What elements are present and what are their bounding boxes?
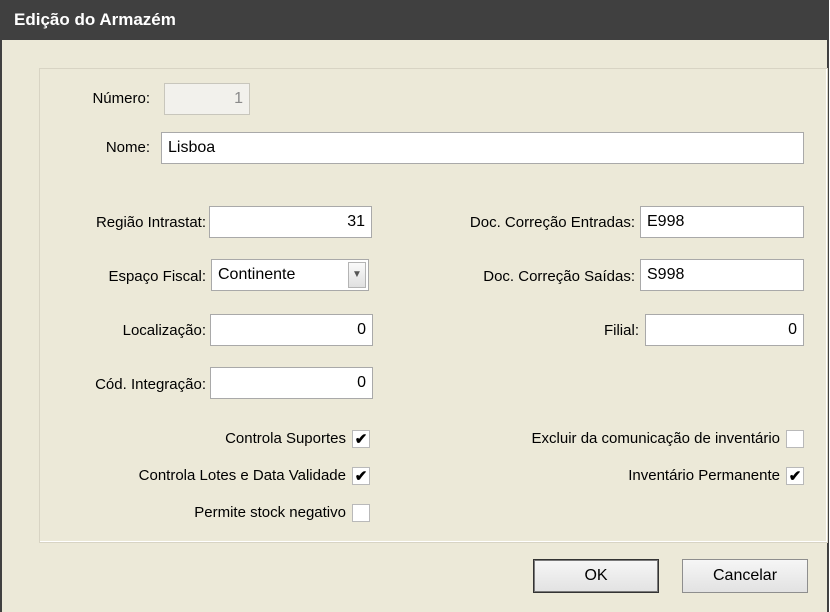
espaco-fiscal-value: Continente bbox=[218, 266, 296, 283]
nome-label: Nome: bbox=[105, 139, 150, 156]
inventario-permanente-label: Inventário Permanente bbox=[628, 467, 780, 484]
espaco-fiscal-label: Espaço Fiscal: bbox=[108, 268, 206, 285]
chevron-down-icon[interactable]: ▼ bbox=[348, 262, 366, 288]
controla-suportes-label: Controla Suportes bbox=[225, 430, 346, 447]
doc-correcao-entradas-label: Doc. Correção Entradas: bbox=[469, 214, 635, 231]
filial-field[interactable]: 0 bbox=[645, 314, 804, 346]
excluir-comunicacao-checkbox[interactable] bbox=[786, 430, 804, 448]
controla-lotes-label: Controla Lotes e Data Validade bbox=[138, 467, 346, 484]
inventario-permanente-checkbox[interactable]: ✔ bbox=[786, 467, 804, 485]
doc-correcao-entradas-field[interactable]: E998 bbox=[640, 206, 804, 238]
controla-lotes-checkbox[interactable]: ✔ bbox=[352, 467, 370, 485]
cod-integracao-field[interactable]: 0 bbox=[210, 367, 373, 399]
ok-button[interactable]: OK bbox=[533, 559, 659, 593]
doc-correcao-saidas-field[interactable]: S998 bbox=[640, 259, 804, 291]
doc-correcao-saidas-label: Doc. Correção Saídas: bbox=[483, 268, 635, 285]
controla-suportes-checkbox[interactable]: ✔ bbox=[352, 430, 370, 448]
regiao-intrastat-field[interactable]: 31 bbox=[209, 206, 372, 238]
cancel-button[interactable]: Cancelar bbox=[682, 559, 808, 593]
cod-integracao-label: Cód. Integração: bbox=[95, 376, 206, 393]
filial-label: Filial: bbox=[603, 322, 639, 339]
dialog-title: Edição do Armazém bbox=[2, 0, 827, 40]
permite-stock-negativo-label: Permite stock negativo bbox=[194, 504, 346, 521]
excluir-comunicacao-label: Excluir da comunicação de inventário bbox=[531, 430, 780, 447]
nome-field[interactable]: Lisboa bbox=[161, 132, 804, 164]
numero-label: Número: bbox=[92, 90, 150, 107]
localizacao-label: Localização: bbox=[122, 322, 206, 339]
dialog-window: Edição do Armazém Número: 1 Nome: Lisboa… bbox=[0, 0, 829, 612]
localizacao-field[interactable]: 0 bbox=[210, 314, 373, 346]
espaco-fiscal-select[interactable]: Continente ▼ bbox=[211, 259, 369, 291]
regiao-intrastat-label: Região Intrastat: bbox=[95, 214, 206, 231]
permite-stock-negativo-checkbox[interactable] bbox=[352, 504, 370, 522]
numero-field: 1 bbox=[164, 83, 250, 115]
